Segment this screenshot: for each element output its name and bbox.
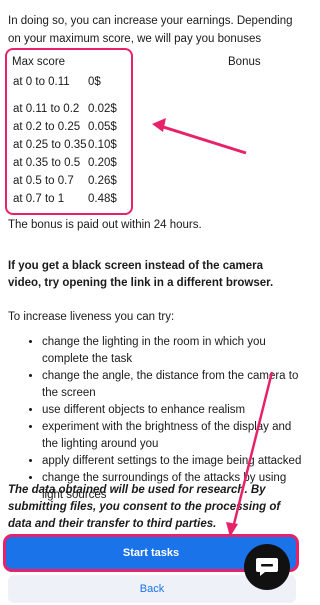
list-item: use different objects to enhance realism: [42, 402, 304, 419]
list-item: experiment with the brightness of the di…: [42, 419, 304, 453]
list-item: change the lighting in the room in which…: [42, 334, 304, 368]
liveness-intro: To increase liveness you can try:: [8, 311, 175, 323]
list-item: apply different settings to the image be…: [42, 453, 304, 470]
bonus-note: The bonus is paid out within 24 hours.: [8, 219, 202, 231]
bonus-table-highlight: [5, 48, 133, 215]
chat-button[interactable]: [244, 544, 290, 590]
arrow-head-table: [152, 118, 166, 132]
intro-text: In doing so, you can increase your earni…: [8, 15, 293, 45]
chat-bubble-icon: [256, 558, 278, 576]
tips-list: change the lighting in the room in which…: [30, 334, 304, 504]
disclaimer: The data obtained will be used for resea…: [8, 484, 281, 530]
arrow-to-table: [159, 124, 247, 155]
column-header-bonus: Bonus: [228, 56, 261, 68]
list-item: change the angle, the distance from the …: [42, 368, 304, 402]
black-screen-tip: If you get a black screen instead of the…: [8, 260, 274, 289]
